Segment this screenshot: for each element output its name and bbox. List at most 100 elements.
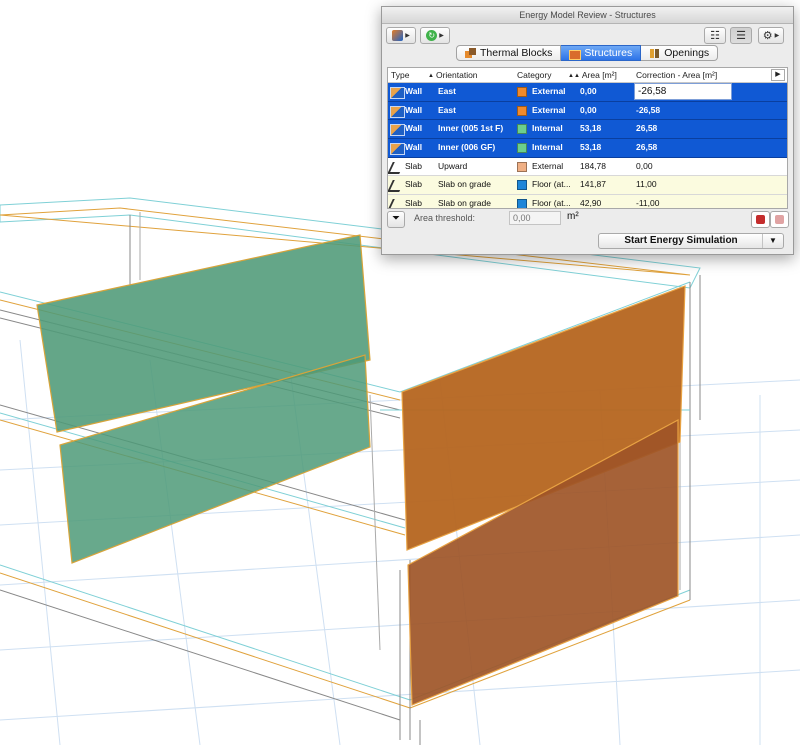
correction-cell: 0,00 (636, 160, 653, 171)
list-icon: ☰ (736, 30, 746, 42)
model-review-menu-button[interactable]: ▶ (386, 27, 416, 44)
col-header-orientation[interactable]: ▲ Orientation (428, 68, 478, 82)
model-review-icon (392, 30, 404, 41)
area-cell: 0,00 (580, 104, 597, 115)
orientation-cell: Slab on grade (438, 198, 491, 209)
gear-icon: ⚙ (762, 30, 773, 42)
column-chooser-button[interactable]: ▶ (771, 69, 785, 81)
start-energy-simulation-label: Start Energy Simulation (624, 235, 738, 246)
type-cell: Wall (405, 123, 423, 134)
list-view-button[interactable]: ☰ (730, 27, 752, 44)
list-detail-view-button[interactable]: ☷ (704, 27, 726, 44)
category-color-swatch (517, 105, 527, 116)
slab-icon (388, 199, 405, 208)
thermal-blocks-icon (465, 47, 476, 59)
table-row[interactable]: Slab Upward External 184,78 0,00 (388, 157, 787, 177)
category-cell: External (532, 104, 566, 115)
area-cell: 53,18 (580, 142, 602, 153)
col-header-type[interactable]: Type (391, 68, 409, 82)
type-cell: Wall (405, 104, 423, 115)
sort-ascending-double-icon: ▲▲ (568, 73, 580, 79)
structures-table[interactable]: Type ▲ Orientation Category ▲▲ Area [m²] C… (387, 67, 788, 209)
table-row[interactable]: Wall East External 0,00 -26,58 (388, 101, 787, 121)
col-header-area[interactable]: ▲▲ Area [m²] (568, 68, 617, 82)
wall-icon (390, 143, 405, 156)
category-cell: Floor (at... (532, 179, 571, 190)
category-cell: External (532, 160, 564, 171)
type-cell: Wall (405, 142, 423, 153)
filter-button[interactable]: ⏷ (387, 211, 405, 228)
simulation-bar: Start Energy Simulation ▼ (387, 231, 788, 251)
correction-cell: 26,58 (636, 123, 658, 134)
structures-icon (569, 48, 582, 60)
type-cell: Slab (405, 198, 423, 209)
area-threshold-bar: ⏷ Area threshold: m² (387, 210, 789, 228)
orientation-cell: Inner (006 GF) (438, 142, 496, 153)
filter-icon: ⏷ (392, 213, 400, 224)
table-header: Type ▲ Orientation Category ▲▲ Area [m²] C… (388, 68, 787, 83)
category-color-swatch (517, 124, 527, 135)
area-threshold-label: Area threshold: (414, 213, 476, 223)
category-color-swatch (517, 87, 527, 97)
table-body: Wall East External 0,00 -26,58 Wall East Extern… (388, 83, 787, 209)
area-cell: 0,00 (580, 86, 597, 96)
settings-menu-button[interactable]: ⚙ ▶ (758, 27, 784, 44)
energy-report-button[interactable] (770, 211, 789, 228)
wall-icon (390, 124, 405, 137)
correction-cell: -26,58 (636, 104, 661, 115)
col-header-category[interactable]: Category (517, 68, 552, 82)
area-cell: 53,18 (580, 123, 602, 134)
table-row[interactable]: Wall Inner (006 GF) Internal 53,18 26,58 (388, 139, 787, 158)
col-header-correction-area[interactable]: Correction - Area [m²] (636, 68, 717, 82)
correction-area-edit-field[interactable]: -26,58 (634, 83, 732, 100)
building-energy-icon (756, 215, 765, 224)
correction-cell: 26,58 (636, 142, 658, 153)
start-energy-simulation-button[interactable]: Start Energy Simulation ▼ (598, 233, 784, 249)
category-cell: Internal (532, 142, 563, 153)
energy-model-review-palette[interactable]: Energy Model Review - Structures ▶ ↻ ▶ ☷… (381, 6, 794, 255)
sync-icon: ↻ (426, 30, 438, 41)
report-icon (775, 215, 784, 224)
table-row[interactable]: Wall East External 0,00 -26,58 (388, 83, 787, 102)
table-row[interactable]: Slab Slab on grade Floor (at... 141,87 11,00 (388, 176, 787, 196)
simulation-options-dropdown[interactable]: ▼ (762, 234, 783, 248)
type-cell: Slab (405, 179, 423, 190)
category-color-swatch (517, 180, 527, 191)
area-threshold-input[interactable] (509, 211, 561, 225)
wall-icon (390, 87, 405, 99)
orientation-cell: East (438, 104, 456, 115)
table-row[interactable]: Slab Slab on grade Floor (at... 42,90 -11,00 (388, 195, 787, 209)
area-cell: 42,90 (580, 198, 602, 209)
list-detail-icon: ☷ (710, 30, 720, 42)
area-threshold-unit: m² (567, 211, 579, 222)
category-color-swatch (517, 161, 527, 172)
tab-thermal-blocks[interactable]: Thermal Blocks (456, 45, 562, 61)
category-cell: External (532, 86, 566, 96)
category-color-swatch (517, 199, 527, 208)
orientation-cell: Slab on grade (438, 179, 491, 190)
sort-ascending-icon: ▲ (428, 73, 434, 79)
sync-menu-button[interactable]: ↻ ▶ (420, 27, 450, 44)
triangle-right-icon: ▶ (405, 33, 410, 39)
openings-icon (649, 48, 660, 59)
category-cell: Internal (532, 123, 563, 134)
energy-evaluation-button[interactable] (751, 211, 770, 228)
category-color-swatch (517, 143, 527, 154)
orientation-cell: East (438, 86, 456, 96)
table-row[interactable]: Wall Inner (005 1st F) Internal 53,18 26,58 (388, 120, 787, 140)
slab-icon (388, 180, 405, 193)
correction-cell: 11,00 (636, 179, 657, 190)
tab-structures[interactable]: Structures (561, 45, 642, 61)
correction-cell: -11,00 (636, 198, 660, 209)
slab-icon (388, 161, 405, 174)
orientation-cell: Inner (005 1st F) (438, 123, 504, 134)
category-cell: Floor (at... (532, 198, 571, 209)
type-cell: Slab (405, 160, 423, 171)
orientation-cell: Upward (438, 160, 468, 171)
palette-tabs: Thermal Blocks Structures Openings (456, 45, 719, 61)
area-cell: 141,87 (580, 179, 606, 190)
triangle-right-icon: ▶ (774, 33, 780, 39)
triangle-right-icon: ▶ (439, 33, 444, 39)
area-cell: 184,78 (580, 160, 606, 171)
tab-openings[interactable]: Openings (641, 45, 719, 61)
